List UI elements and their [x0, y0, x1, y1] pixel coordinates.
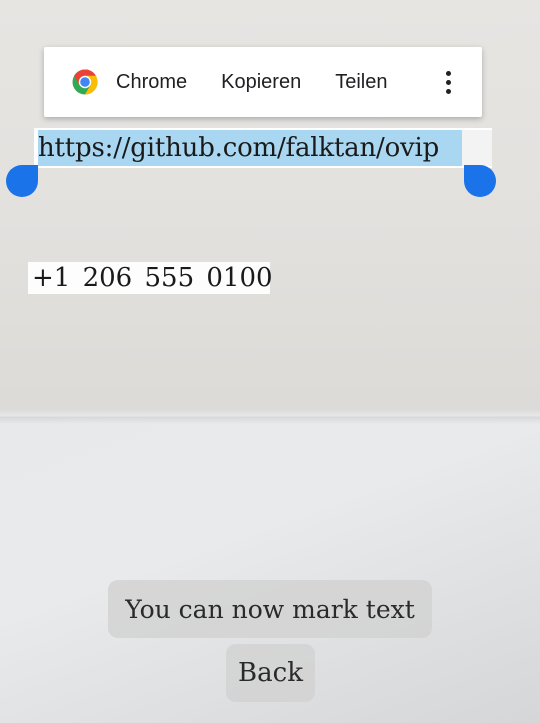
open-in-chrome-item[interactable]: Chrome — [44, 47, 187, 117]
mark-text-hint: You can now mark text — [108, 580, 432, 638]
more-options-button[interactable] — [428, 47, 482, 117]
recognized-url-block[interactable]: https://github.com/falktan/ovip — [34, 128, 492, 168]
paper-fold — [0, 410, 540, 424]
text-selection-menu: Chrome Kopieren Teilen — [44, 47, 482, 117]
recognized-phone-block[interactable]: +1 206 555 0100 — [28, 262, 273, 294]
copy-label: Kopieren — [221, 70, 302, 93]
share-item[interactable]: Teilen — [335, 47, 387, 117]
copy-item[interactable]: Kopieren — [221, 47, 301, 117]
chrome-label: Chrome — [116, 70, 188, 93]
share-label: Teilen — [335, 70, 388, 93]
back-button[interactable]: Back — [226, 644, 315, 702]
recognized-url-text[interactable]: https://github.com/falktan/ovip — [38, 130, 439, 166]
recognized-phone-text[interactable]: +1 206 555 0100 — [32, 262, 273, 294]
more-vert-icon — [445, 70, 451, 94]
chrome-icon — [72, 69, 98, 95]
selection-end-handle[interactable] — [464, 165, 496, 197]
selection-start-handle[interactable] — [6, 165, 38, 197]
url-trailing-fragment — [462, 130, 492, 166]
